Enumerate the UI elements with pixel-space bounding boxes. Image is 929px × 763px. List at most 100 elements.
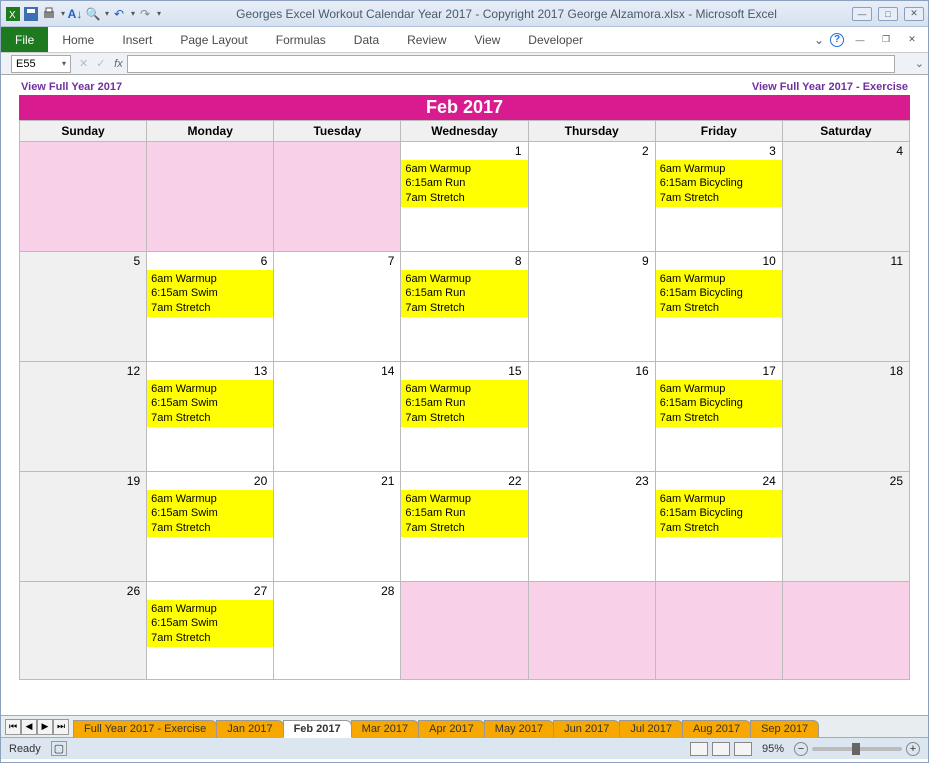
calendar-cell[interactable] (147, 142, 274, 252)
view-full-year-exercise-link[interactable]: View Full Year 2017 - Exercise (752, 81, 908, 93)
normal-view-button[interactable] (690, 742, 708, 756)
calendar-cell[interactable]: 9 (528, 252, 655, 362)
sheet-tab[interactable]: Sep 2017 (750, 720, 819, 738)
calendar-cell[interactable]: 86am Warmup6:15am Run7am Stretch (401, 252, 528, 362)
calendar-grid: SundayMondayTuesdayWednesdayThursdayFrid… (19, 120, 910, 680)
help-icon[interactable]: ? (830, 33, 844, 47)
calendar-cell[interactable]: 26 (20, 582, 147, 680)
ribbon-tab-view[interactable]: View (461, 27, 515, 52)
calendar-cell[interactable]: 7 (274, 252, 401, 362)
calendar-cell[interactable]: 136am Warmup6:15am Swim7am Stretch (147, 362, 274, 472)
save-icon[interactable] (23, 6, 39, 22)
tab-first-button[interactable]: ⏮ (5, 719, 21, 735)
ribbon-tab-insert[interactable]: Insert (108, 27, 166, 52)
dropdown-icon[interactable]: ▾ (61, 9, 65, 18)
ribbon-tab-review[interactable]: Review (393, 27, 460, 52)
sheet-tab[interactable]: Full Year 2017 - Exercise (73, 720, 217, 738)
calendar-cell[interactable]: 16 (528, 362, 655, 472)
cancel-icon[interactable]: ✕ (75, 57, 92, 70)
page-layout-view-button[interactable] (712, 742, 730, 756)
workbook-minimize-button[interactable]: — (850, 33, 870, 47)
sheet-tab-bar: ⏮ ◀ ▶ ⏭ Full Year 2017 - ExerciseJan 201… (1, 715, 928, 737)
calendar-cell[interactable]: 18 (782, 362, 909, 472)
dropdown-icon[interactable]: ▾ (62, 59, 66, 68)
calendar-cell[interactable]: 2 (528, 142, 655, 252)
calendar-cell[interactable] (274, 142, 401, 252)
zoom-level[interactable]: 95% (762, 743, 784, 755)
sheet-tab[interactable]: Jan 2017 (216, 720, 283, 738)
calendar-cell[interactable]: 21 (274, 472, 401, 582)
calendar-cell[interactable]: 246am Warmup6:15am Bicycling7am Stretch (655, 472, 782, 582)
find-icon[interactable]: 🔍 (85, 6, 101, 22)
close-button[interactable]: ✕ (904, 7, 924, 21)
calendar-cell[interactable] (782, 582, 909, 680)
dropdown-icon[interactable]: ▾ (131, 9, 135, 18)
zoom-out-button[interactable]: − (794, 742, 808, 756)
workbook-close-button[interactable]: ✕ (902, 33, 922, 47)
formula-input[interactable] (127, 55, 894, 73)
dropdown-icon[interactable]: ▾ (105, 9, 109, 18)
calendar-cell[interactable] (401, 582, 528, 680)
excel-icon: X (5, 6, 21, 22)
sheet-tab[interactable]: Jul 2017 (619, 720, 683, 738)
zoom-in-button[interactable]: + (906, 742, 920, 756)
calendar-cell[interactable]: 19 (20, 472, 147, 582)
undo-icon[interactable]: ↶ (111, 6, 127, 22)
expand-formula-bar-icon[interactable]: ⌄ (911, 57, 928, 70)
calendar-cell[interactable]: 66am Warmup6:15am Swim7am Stretch (147, 252, 274, 362)
calendar-cell[interactable] (655, 582, 782, 680)
tab-prev-button[interactable]: ◀ (21, 719, 37, 735)
fx-icon[interactable]: fx (109, 58, 127, 70)
calendar-cell[interactable] (20, 142, 147, 252)
day-header: Wednesday (401, 121, 528, 142)
zoom-slider[interactable] (812, 747, 902, 751)
sheet-tab[interactable]: May 2017 (484, 720, 554, 738)
calendar-cell[interactable]: 16am Warmup6:15am Run7am Stretch (401, 142, 528, 252)
file-tab[interactable]: File (1, 27, 48, 52)
calendar-cell[interactable]: 23 (528, 472, 655, 582)
sheet-tab[interactable]: Apr 2017 (418, 720, 485, 738)
redo-icon[interactable]: ↷ (137, 6, 153, 22)
calendar-cell[interactable]: 5 (20, 252, 147, 362)
workbook-restore-button[interactable]: ❐ (876, 33, 896, 47)
enter-icon[interactable]: ✓ (92, 57, 109, 70)
event-line: 6am Warmup (405, 272, 523, 286)
calendar-cell[interactable]: 106am Warmup6:15am Bicycling7am Stretch (655, 252, 782, 362)
calendar-cell[interactable]: 276am Warmup6:15am Swim7am Stretch (147, 582, 274, 680)
calendar-cell[interactable]: 226am Warmup6:15am Run7am Stretch (401, 472, 528, 582)
event-line: 6am Warmup (660, 492, 778, 506)
maximize-button[interactable]: □ (878, 7, 898, 21)
sort-asc-icon[interactable]: A↓ (67, 6, 83, 22)
ribbon-tab-page-layout[interactable]: Page Layout (166, 27, 261, 52)
print-preview-icon[interactable] (41, 6, 57, 22)
calendar-cell[interactable]: 176am Warmup6:15am Bicycling7am Stretch (655, 362, 782, 472)
ribbon-tab-developer[interactable]: Developer (514, 27, 597, 52)
calendar-cell[interactable]: 206am Warmup6:15am Swim7am Stretch (147, 472, 274, 582)
calendar-cell[interactable]: 28 (274, 582, 401, 680)
page-break-view-button[interactable] (734, 742, 752, 756)
calendar-cell[interactable]: 25 (782, 472, 909, 582)
title-bar: X ▾ A↓ 🔍 ▾ ↶ ▾ ↷ ▾ Georges Excel Workout… (1, 1, 928, 27)
calendar-cell[interactable]: 11 (782, 252, 909, 362)
view-full-year-link[interactable]: View Full Year 2017 (21, 81, 122, 93)
sheet-tab[interactable]: Jun 2017 (553, 720, 620, 738)
tab-next-button[interactable]: ▶ (37, 719, 53, 735)
macro-record-icon[interactable]: ▢ (51, 741, 67, 756)
calendar-cell[interactable]: 4 (782, 142, 909, 252)
ribbon-tab-home[interactable]: Home (48, 27, 108, 52)
worksheet-area: View Full Year 2017 View Full Year 2017 … (1, 75, 928, 715)
name-box[interactable]: E55▾ (11, 55, 71, 73)
ribbon-minimize-icon[interactable]: ⌄ (814, 33, 824, 47)
calendar-cell[interactable] (528, 582, 655, 680)
ribbon-tab-data[interactable]: Data (340, 27, 393, 52)
tab-last-button[interactable]: ⏭ (53, 719, 69, 735)
sheet-tab[interactable]: Aug 2017 (682, 720, 751, 738)
sheet-tab[interactable]: Mar 2017 (351, 720, 419, 738)
ribbon-tab-formulas[interactable]: Formulas (262, 27, 340, 52)
minimize-button[interactable]: — (852, 7, 872, 21)
calendar-cell[interactable]: 156am Warmup6:15am Run7am Stretch (401, 362, 528, 472)
calendar-cell[interactable]: 36am Warmup6:15am Bicycling7am Stretch (655, 142, 782, 252)
calendar-cell[interactable]: 14 (274, 362, 401, 472)
sheet-tab[interactable]: Feb 2017 (283, 720, 352, 738)
calendar-cell[interactable]: 12 (20, 362, 147, 472)
